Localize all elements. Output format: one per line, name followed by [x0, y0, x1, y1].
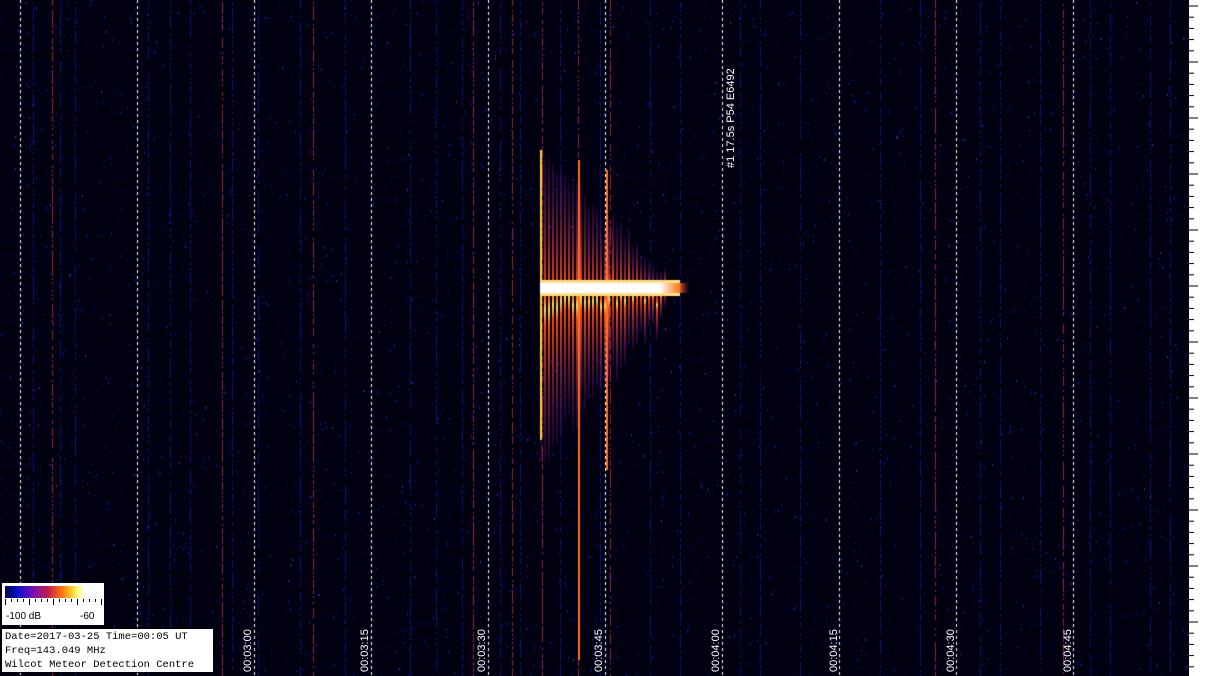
time-label-00-03-30: 00:03:30 [476, 629, 488, 672]
time-label-00-03-45: 00:03:45 [593, 629, 605, 672]
time-label-00-04-00: 00:04:00 [710, 629, 722, 672]
freq-label-1100: 1100 [1216, 209, 1228, 231]
time-label-00-04-15: 00:04:15 [828, 629, 840, 672]
colorbar-tick [53, 599, 54, 605]
colorbar-tick [83, 599, 84, 602]
colorbar-ticks [5, 599, 102, 605]
freq-label-1200: 1200 [1216, 97, 1228, 119]
colorbar-tick [71, 599, 72, 602]
colorbar-max-label: -60 [80, 611, 95, 622]
freq-label-1250: 1250 [1216, 40, 1228, 62]
colorbar-tick [41, 599, 42, 602]
date-time-line: Date=2017-03-25 Time=00:05 UT [5, 631, 188, 643]
time-label-00-03-00: 00:03:00 [242, 629, 254, 672]
colorbar-tick [89, 599, 90, 602]
freq-label-800: 800 [1216, 550, 1228, 567]
spectrogram-canvas [0, 0, 1188, 676]
colorbar-tick [35, 599, 36, 602]
frequency-line: Freq=143.049 MHz [5, 645, 106, 657]
colorbar-tick [65, 599, 66, 602]
time-label-00-04-30: 00:04:30 [945, 629, 957, 672]
colorbar-tick [11, 599, 12, 602]
colorbar-gradient [5, 586, 101, 598]
time-label-00-03-15: 00:03:15 [359, 629, 371, 672]
colorbar-legend: -100 dB -60 [2, 583, 104, 625]
freq-label-850: 850 [1216, 494, 1228, 511]
colorbar-tick [17, 599, 18, 602]
freq-label-1150: 1150 [1216, 152, 1228, 174]
colorbar-tick [101, 599, 102, 605]
colorbar-tick [77, 599, 78, 605]
time-label-00-04-45: 00:04:45 [1062, 629, 1074, 672]
colorbar-tick [95, 599, 96, 602]
meteor-annotation: #1 17.5s P54 E6492 [725, 68, 737, 168]
freq-label-950: 950 [1216, 382, 1228, 399]
colorbar-tick [59, 599, 60, 602]
colorbar-tick [29, 599, 30, 605]
freq-label-900: 900 [1216, 438, 1228, 455]
freq-label-1050: 1050 [1216, 265, 1228, 287]
colorbar-min-label: -100 dB [6, 611, 42, 622]
info-box: Date=2017-03-25 Time=00:05 UT Freq=143.0… [1, 628, 214, 673]
colorbar-tick [23, 599, 24, 602]
colorbar-tick [47, 599, 48, 602]
freq-label-1000: 1000 [1216, 321, 1228, 343]
spectrogram-viewer: 1250 1200 1150 1100 1050 1000 950 900 85… [0, 0, 1231, 676]
freq-label-750: 750 Hz [1216, 598, 1228, 631]
colorbar-tick [5, 599, 6, 605]
station-line: Wilcot Meteor Detection Centre [5, 659, 195, 671]
